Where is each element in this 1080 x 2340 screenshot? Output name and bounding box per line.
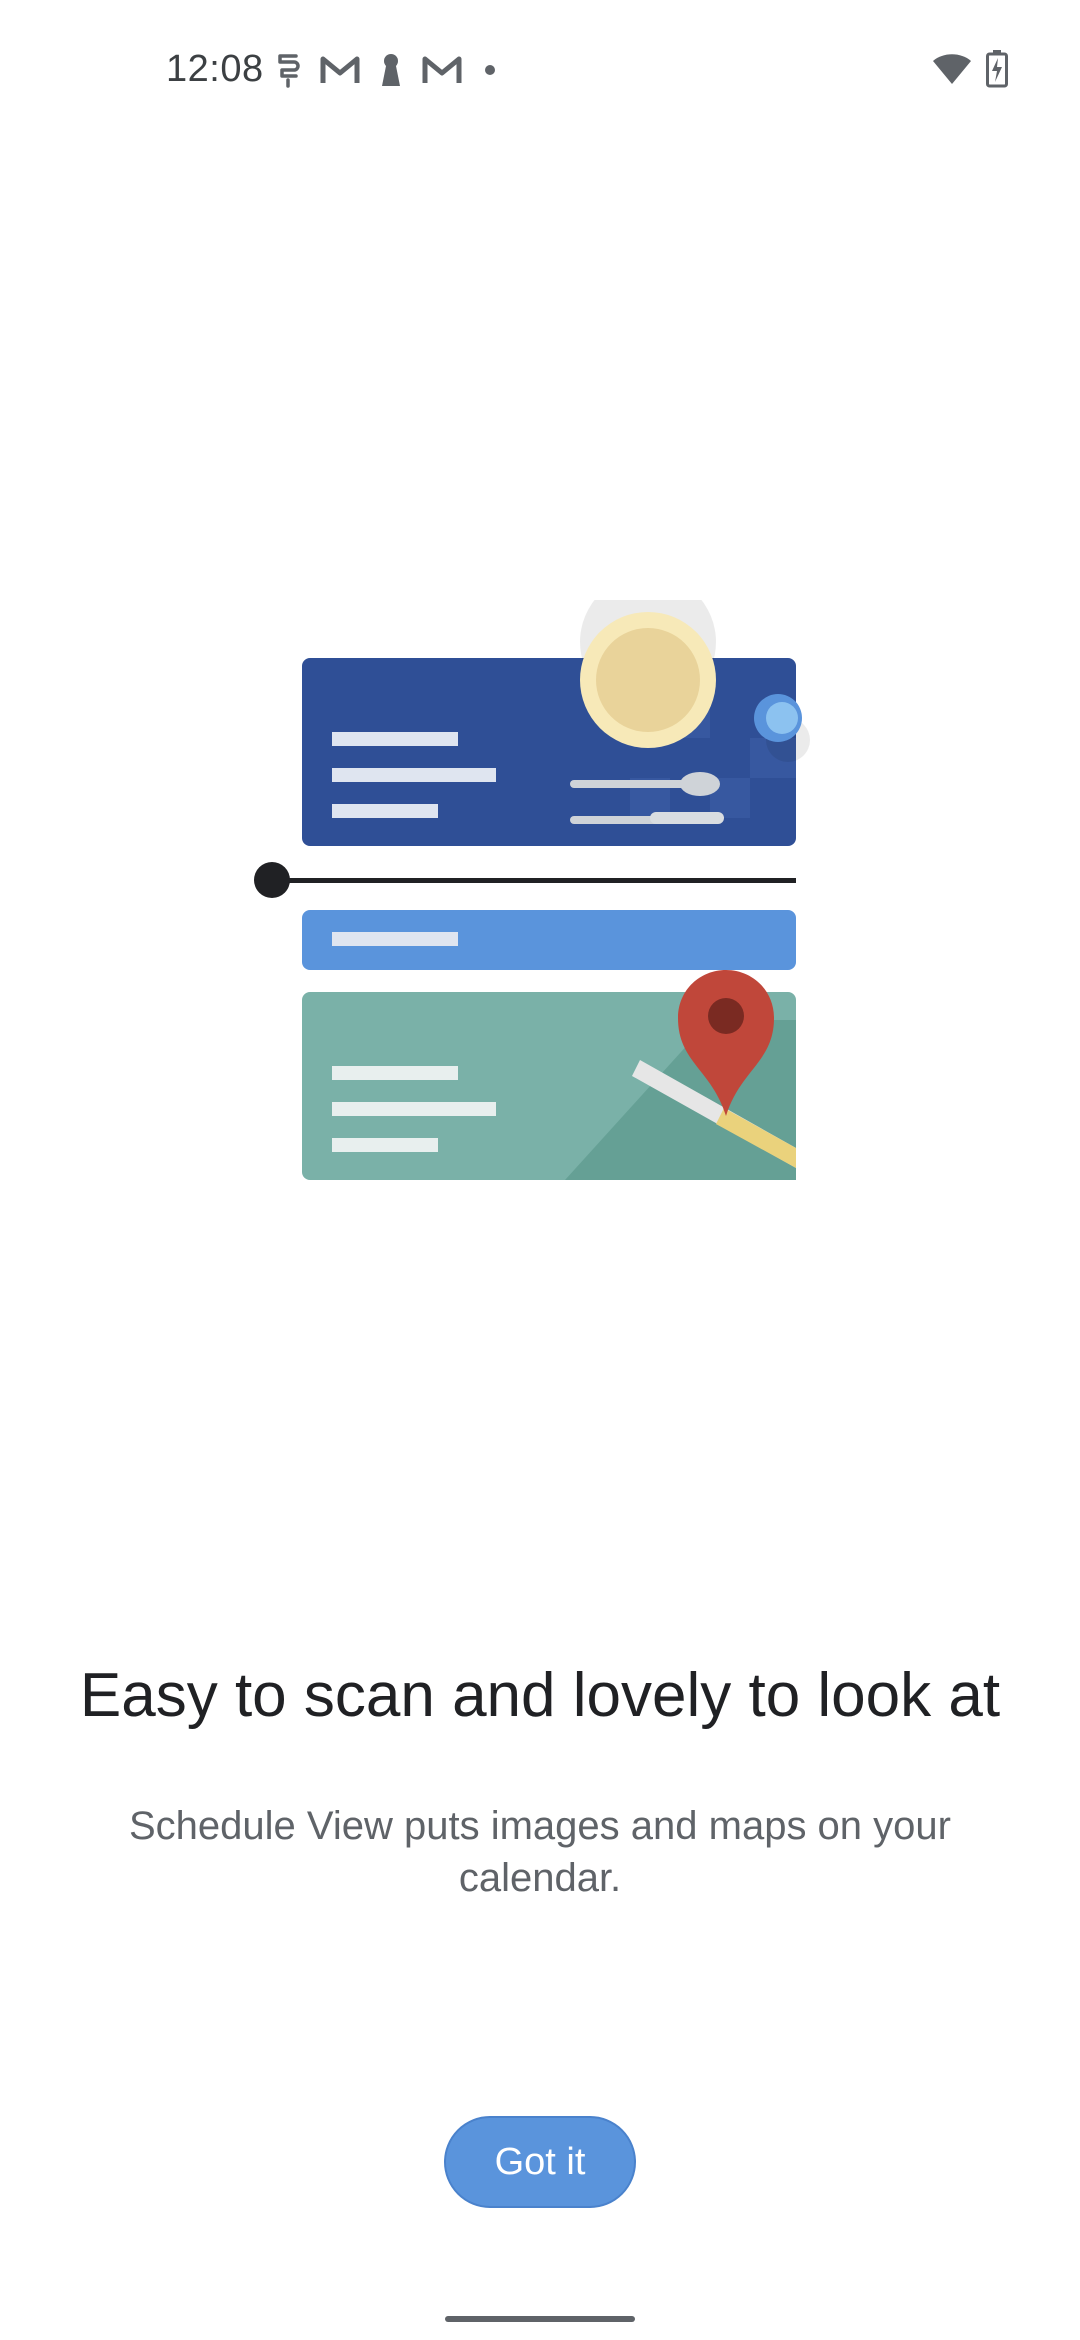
wifi-icon: [932, 52, 972, 91]
gmail-icon: [422, 55, 462, 85]
event-card-short: [302, 910, 796, 970]
battery-charging-icon: [986, 50, 1008, 93]
card-icon: [274, 52, 302, 88]
status-bar: 12:08: [0, 0, 1080, 140]
notification-icons: [274, 48, 500, 92]
onboarding-headline: Easy to scan and lovely to look at: [79, 1661, 1001, 1730]
timeline: [254, 862, 796, 898]
schedule-illustration: [240, 574, 840, 1200]
onboarding-description: Schedule View puts images and maps on yo…: [129, 1804, 951, 1900]
gesture-nav-handle[interactable]: [445, 2316, 635, 2322]
status-time: 12:08: [166, 48, 264, 90]
keyhole-icon: [378, 52, 404, 88]
event-card-map: [302, 970, 796, 1180]
dot-icon: [480, 60, 500, 80]
got-it-button[interactable]: Got it: [444, 2116, 636, 2208]
system-icons: [932, 50, 1008, 93]
event-card-food: [302, 574, 810, 846]
gmail-icon: [320, 55, 360, 85]
